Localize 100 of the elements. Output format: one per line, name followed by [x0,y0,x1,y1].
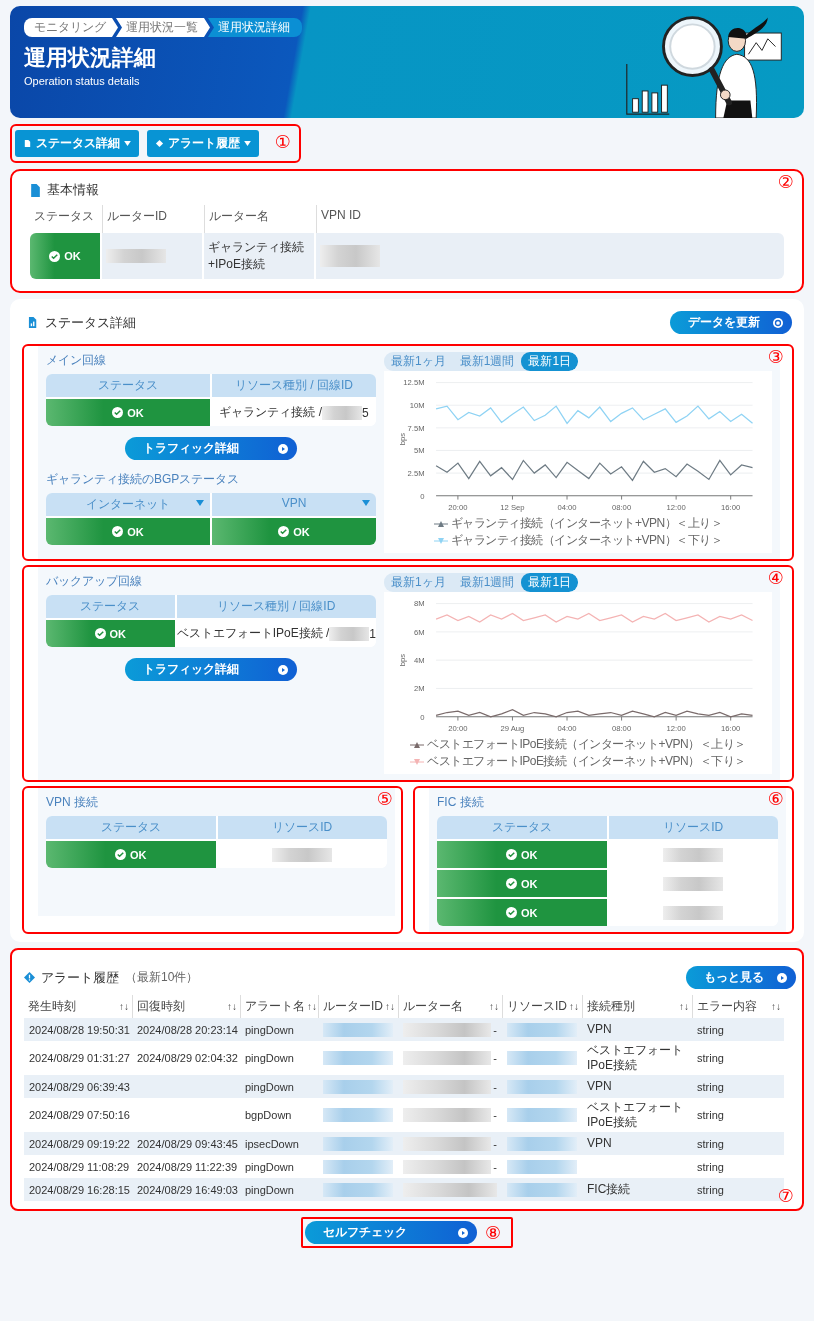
redacted-value [323,1108,393,1122]
table-cell: string [697,1023,724,1036]
column-header: リソースID [507,998,567,1015]
column-header: リソースID [608,816,778,839]
section-title: アラート履歴 [41,968,119,987]
table-cell: VPN [587,1022,612,1037]
legend-label[interactable]: ベストエフォートIPoE接続（インターネット+VPN）＜上り＞ [427,736,746,753]
breadcrumb-item[interactable]: 運用状況一覧 [116,18,210,37]
traffic-detail-button[interactable]: トラフィック詳細 [125,658,297,681]
caret-icon [196,500,204,506]
refresh-icon [772,316,784,329]
redacted-value [329,626,370,641]
axis-tick-label: 5M [413,446,425,456]
table-cell: 2024/08/29 02:04:32 [137,1052,238,1064]
sort-toggle[interactable]: ↑↓ [771,1001,781,1012]
play-icon [277,663,289,676]
status-cell: OK [30,233,100,279]
table-cell: string [697,1080,724,1093]
redacted-value [323,1159,393,1174]
axis-tick-label: 6M [413,627,425,637]
table-cell: 2024/08/28 20:23:14 [137,1023,238,1036]
check-icon [94,628,106,639]
axis-tick-label: 0 [420,491,425,501]
section-nav-button[interactable]: アラート履歴 [147,130,259,157]
sort-toggle[interactable]: ↑↓ [679,1001,689,1012]
column-header: ルーター名 [403,998,463,1015]
legend-label[interactable]: ギャランティ接続（インターネット+VPN）＜下り＞ [450,532,723,549]
axis-tick-label: 2.5M [407,469,425,478]
sort-toggle[interactable]: ↑↓ [119,1001,129,1012]
redacted-value [507,1159,577,1174]
section-title: 基本情報 [47,181,99,199]
redacted-value [663,876,724,891]
axis-tick-label: 29 Aug [500,724,525,734]
table-cell: pingDown [245,1080,294,1093]
annotation-number: ⑤ [376,790,393,808]
column-header[interactable]: VPN [212,493,376,516]
column-header: 回復時刻 [137,998,185,1015]
breadcrumb-item[interactable]: モニタリング [24,18,118,37]
annotation-number: ⑧ [484,1223,502,1242]
axis-tick-label: 12:00 [666,503,686,513]
router-name: ギャランティ接続 +IPoE接続 [208,239,304,273]
breadcrumb-item[interactable]: 運用状況詳細 [208,18,302,37]
section-nav-button[interactable]: ステータス詳細 [15,130,139,157]
sort-toggle[interactable]: ↑↓ [385,1001,395,1012]
sort-toggle[interactable]: ↑↓ [307,1001,317,1012]
sort-toggle[interactable]: ↑↓ [227,1001,237,1012]
annotation-number: ② [777,173,794,191]
play-icon [277,442,289,455]
refresh-button[interactable]: データを更新 [670,311,792,334]
traffic-detail-button[interactable]: トラフィック詳細 [125,437,297,460]
check-icon [115,849,126,860]
self-check-button[interactable]: セルフチェック [304,1221,477,1244]
diamond-icon [155,139,164,148]
range-tab[interactable]: 最新1ヶ月 [384,352,453,371]
table-cell: - [493,1023,497,1036]
legend-label[interactable]: ベストエフォートIPoE接続（インターネット+VPN）＜下り＞ [427,753,746,770]
range-tab[interactable]: 最新1ヶ月 [384,573,453,592]
table-cell: - [493,1080,497,1093]
sort-toggle[interactable]: ↑↓ [569,1001,579,1012]
table-cell: bgpDown [245,1109,292,1121]
check-icon [278,526,290,537]
range-tab[interactable]: 最新1日 [521,573,579,592]
range-tab[interactable]: 最新1週間 [452,573,522,592]
redacted-value [323,1022,393,1037]
check-icon [112,526,124,537]
more-button[interactable]: もっと見る [686,966,796,989]
table-cell: pingDown [245,1183,294,1196]
axis-tick-label: 7.5M [407,423,425,433]
column-header[interactable]: インターネット [46,493,210,516]
axis-label: bps [398,433,408,446]
redacted-value [323,1079,393,1094]
axis-tick-label: 20:00 [448,724,468,734]
table-cell: FIC接続 [587,1182,631,1197]
redacted-value [323,1051,393,1065]
check-icon [506,878,517,889]
table-cell: - [493,1109,497,1121]
table-cell: string [697,1137,724,1150]
resource-type: ギャランティ接続 / [219,404,322,421]
alert-icon [24,971,35,984]
range-tab[interactable]: 最新1週間 [452,352,522,371]
range-tab[interactable]: 最新1日 [521,352,579,371]
axis-tick-label: 08:00 [612,503,632,513]
axis-tick-label: 12.5M [403,378,425,388]
status-cell: OK [437,841,607,868]
legend-label[interactable]: ギャランティ接続（インターネット+VPN）＜上り＞ [450,515,723,532]
column-header: 発生時刻 [28,998,76,1015]
caret-icon [124,141,131,146]
axis-tick-label: 16:00 [721,503,741,513]
redacted-value [507,1079,577,1094]
status-cell: OK [46,399,210,426]
axis-tick-label: 04:00 [557,503,577,513]
document-icon [23,139,32,148]
redacted-value [507,1136,577,1151]
table-cell: 2024/08/29 01:31:27 [29,1052,130,1064]
sort-toggle[interactable]: ↑↓ [489,1001,499,1012]
redacted-value [663,847,724,862]
column-header: リソースID [217,816,387,839]
redacted-value [507,1108,577,1122]
table-cell: 2024/08/28 19:50:31 [29,1023,130,1036]
play-icon [776,971,788,984]
